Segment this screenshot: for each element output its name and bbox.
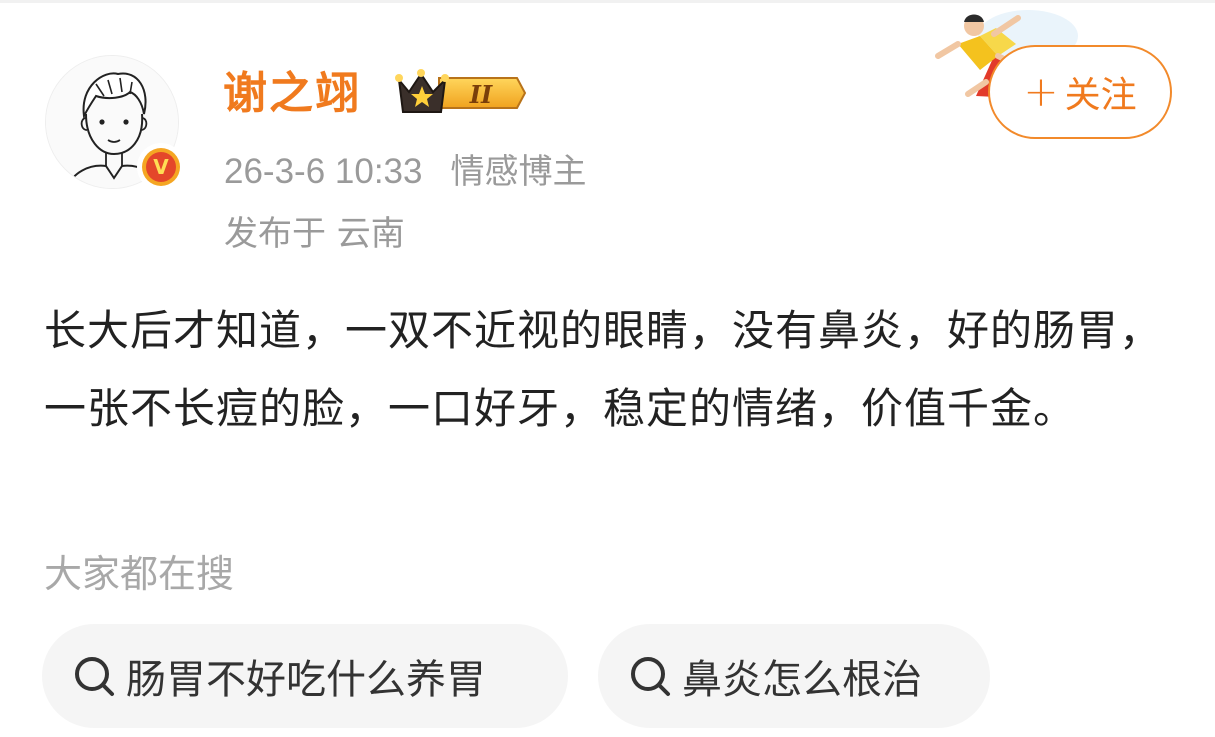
search-icon: [75, 657, 114, 696]
verified-badge-icon: V: [137, 143, 185, 191]
post-timestamp: 26-3-6 10:33: [224, 152, 423, 191]
follow-button[interactable]: + 关注: [988, 45, 1172, 139]
trending-search-label: 鼻炎怎么根治: [682, 657, 922, 703]
search-icon: [631, 657, 670, 696]
plus-icon: +: [1023, 67, 1059, 116]
trending-search-item[interactable]: 鼻炎怎么根治: [598, 624, 990, 728]
trending-search-label: 肠胃不好吃什么养胃: [126, 657, 486, 703]
level-label: II: [469, 80, 493, 109]
user-tag[interactable]: 情感博主: [450, 152, 586, 192]
crown-level-icon[interactable]: II: [395, 68, 527, 118]
post-meta: 26-3-6 10:33 情感博主: [224, 150, 586, 194]
post-text: 长大后才知道，一双不近视的眼睛，没有鼻炎，好的肠胃，一张不长痘的脸，一口好牙，稳…: [44, 306, 1163, 433]
follow-label: 关注: [1064, 75, 1137, 116]
post-location: 发布于 云南: [224, 214, 405, 254]
trending-search-title: 大家都在搜: [44, 552, 235, 596]
username[interactable]: 谢之翊: [223, 64, 361, 124]
trending-search-item[interactable]: 肠胃不好吃什么养胃: [42, 624, 568, 728]
top-divider: [0, 0, 1215, 3]
